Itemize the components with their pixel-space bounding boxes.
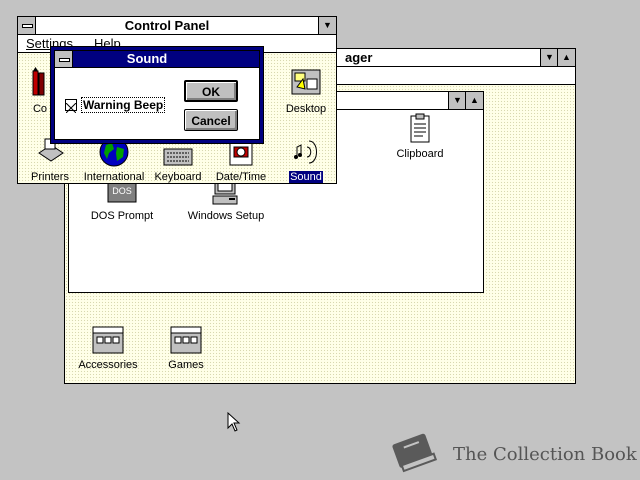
watermark-text: The Collection Book [453, 444, 637, 465]
control-panel-titlebar[interactable]: Control Panel ▼ [18, 17, 336, 35]
sound-dialog-title: Sound [126, 51, 168, 66]
icon-label: International [83, 171, 145, 183]
clipboard-icon-image [403, 112, 437, 146]
icon-label: Printers [31, 171, 69, 183]
ok-button[interactable]: OK [184, 80, 238, 102]
sound-dialog: Sound Warning Beep OK Cancel [50, 46, 264, 144]
accessories-group-icon[interactable]: Accessories [73, 323, 143, 371]
icon-label: Windows Setup [187, 210, 265, 222]
system-menu-icon[interactable] [18, 17, 36, 34]
icon-label: Accessories [78, 359, 138, 371]
cancel-button[interactable]: Cancel [184, 109, 238, 131]
games-group-icon[interactable]: Games [151, 323, 221, 371]
clipboard-icon[interactable]: Clipboard [385, 112, 455, 160]
group-minimize-button[interactable]: ▼ [448, 92, 466, 109]
watermark: The Collection Book [388, 430, 638, 474]
minimize-button[interactable]: ▼ [318, 17, 336, 34]
icon-label: Desktop [285, 103, 327, 115]
book-icon [392, 433, 438, 473]
icon-label: DOS Prompt [90, 210, 154, 222]
mouse-pointer-icon [227, 412, 241, 432]
program-manager-title: ager [345, 50, 373, 65]
checkbox-check-icon [65, 102, 77, 114]
icon-label: Keyboard [154, 171, 202, 183]
sound-dialog-titlebar[interactable]: Sound [55, 51, 259, 68]
sound-dialog-frame: Sound Warning Beep OK Cancel [54, 50, 260, 140]
dos-icon-text: DOS [112, 186, 132, 196]
system-menu-icon[interactable] [55, 51, 73, 67]
maximize-button[interactable]: ▲ [557, 49, 575, 66]
program-group-icon-image [169, 323, 203, 357]
program-group-icon-image [91, 323, 125, 357]
desktop-icon-image [289, 67, 323, 101]
warning-beep-label[interactable]: Warning Beep [81, 97, 166, 113]
sound-icon-image [289, 135, 323, 169]
icon-label: Date/Time [215, 171, 267, 183]
warning-beep-checkbox[interactable] [65, 99, 77, 114]
icon-label: Games [168, 359, 204, 371]
icon-label: Clipboard [396, 148, 444, 160]
group-maximize-button[interactable]: ▲ [465, 92, 483, 109]
icon-label: Co [32, 103, 48, 115]
control-panel-title: Control Panel [124, 18, 210, 33]
minimize-button[interactable]: ▼ [540, 49, 558, 66]
icon-label: Sound [289, 171, 323, 183]
sound-icon[interactable]: Sound [271, 135, 341, 183]
desktop-icon[interactable]: Desktop [271, 67, 341, 115]
